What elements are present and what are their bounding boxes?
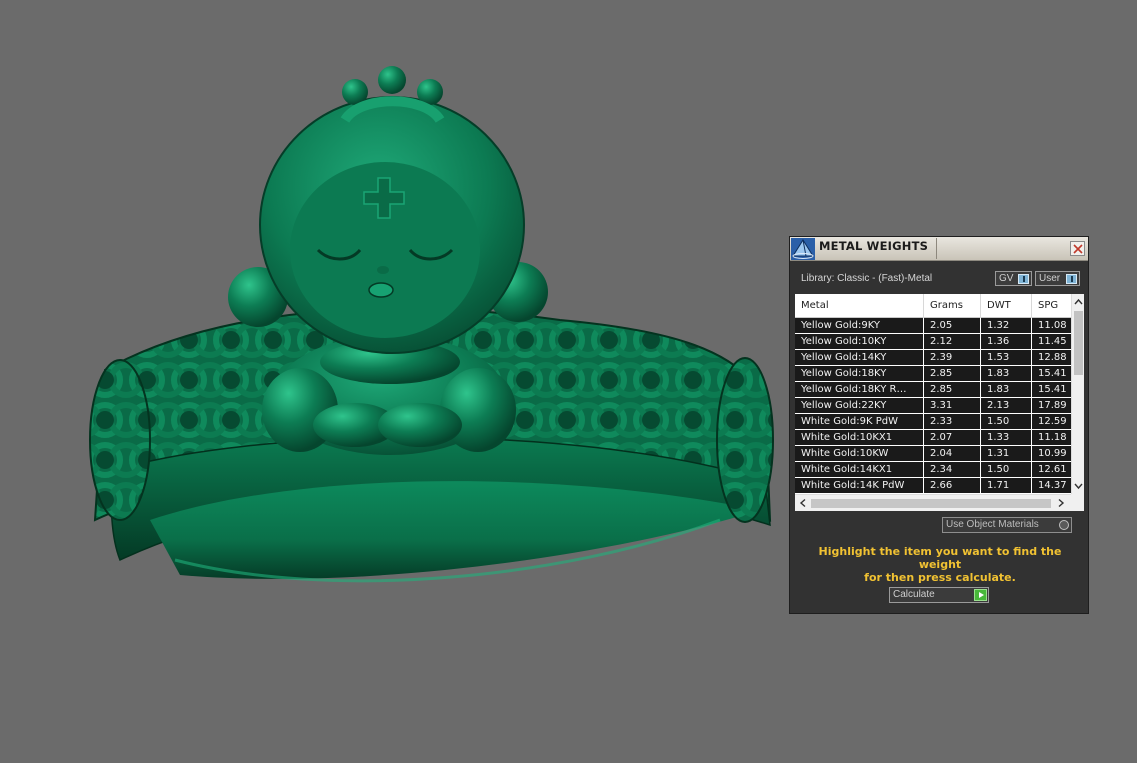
user-toggle[interactable]: User [1035,271,1080,286]
table-cell: White Gold:9K PdW [795,414,924,430]
table-cell: 1.31 [981,446,1032,462]
close-icon [1073,244,1083,254]
table-cell: 3.31 [924,398,981,414]
table-cell: 11.45 [1038,336,1067,347]
panel-title: METAL WEIGHTS [819,239,929,253]
table-cell: 2.39 [924,350,981,366]
table-row[interactable]: Yellow Gold:18KY R… 2.85 1.83 15.41 [795,382,1071,398]
table-body: Yellow Gold:9KY 2.05 1.32 11.08 Yellow Gold:… [795,318,1071,494]
table-cell: White Gold:14KX1 [795,462,924,478]
table-cell: 11.08 [1038,320,1067,331]
metal-weights-panel: METAL WEIGHTS Library: Classic - (Fast)-… [789,236,1089,614]
table-row[interactable]: White Gold:14KX1 2.34 1.50 12.61 [795,462,1071,478]
table-header: Metal Grams DWT SPG [795,294,1071,318]
table-cell: 2.33 [924,414,981,430]
gv-toggle-label: GV [999,273,1014,284]
table-cell: Yellow Gold:10KY [795,334,924,350]
table-cell: Yellow Gold:18KY R… [795,382,924,398]
calculate-button[interactable]: Calculate [889,587,989,603]
column-header-spg[interactable]: SPG [1032,294,1071,318]
table-cell: Yellow Gold:18KY [795,366,924,382]
table-cell: Yellow Gold:22KY [795,398,924,414]
chevron-left-icon[interactable] [797,497,809,509]
table-cell: 15.41 [1038,368,1067,379]
table-cell: 2.85 [924,366,981,382]
table-cell: 2.13 [981,398,1032,414]
table-cell: 2.85 [924,382,981,398]
table-cell: 12.59 [1038,416,1067,427]
horizontal-scroll-thumb[interactable] [811,499,1051,508]
table-row[interactable]: White Gold:9K PdW 2.33 1.50 12.59 [795,414,1071,430]
table-cell: 1.33 [981,430,1032,446]
scroll-corner [1071,494,1084,511]
table-cell: White Gold:10KX1 [795,430,924,446]
column-header-dwt[interactable]: DWT [981,294,1032,318]
table-cell: White Gold:14K PdW [795,478,924,494]
radio-button-icon[interactable] [1059,520,1069,530]
table-cell: 15.41 [1038,384,1067,395]
column-header-grams[interactable]: Grams [924,294,981,318]
table-cell: 1.50 [981,462,1032,478]
table-row[interactable]: Yellow Gold:14KY 2.39 1.53 12.88 [795,350,1071,366]
table-cell: 1.83 [981,366,1032,382]
use-object-materials-option[interactable]: Use Object Materials [942,517,1072,533]
library-label: Library: Classic - (Fast)-Metal [801,273,933,284]
table-row[interactable]: Yellow Gold:22KY 3.31 2.13 17.89 [795,398,1071,414]
table-row[interactable]: Yellow Gold:9KY 2.05 1.32 11.08 [795,318,1071,334]
table-cell: 17.89 [1038,400,1067,411]
metal-table: Metal Grams DWT SPG Yellow Gold:9KY 2.05 1… [795,294,1084,511]
instruction-line-2: for then press calculate. [864,571,1016,584]
chevron-down-icon[interactable] [1072,480,1085,492]
table-cell: Yellow Gold:9KY [795,318,924,334]
instruction-text: Highlight the item you want to find the … [800,545,1080,584]
horizontal-scrollbar[interactable] [795,494,1071,511]
table-cell: 12.61 [1038,464,1067,475]
play-arrow-icon[interactable] [974,589,987,601]
table-cell: 2.34 [924,462,981,478]
table-cell: 1.83 [981,382,1032,398]
pyramid-app-icon [791,238,815,260]
table-cell: 2.05 [924,318,981,334]
vertical-scroll-thumb[interactable] [1074,311,1083,375]
table-cell: 1.32 [981,318,1032,334]
table-cell: 12.88 [1038,352,1067,363]
table-row[interactable]: White Gold:14K PdW 2.66 1.71 14.37 [795,478,1071,494]
table-cell: 11.18 [1038,432,1067,443]
toggle-switch-icon [1066,274,1077,284]
user-toggle-label: User [1039,273,1061,284]
table-cell: 1.50 [981,414,1032,430]
table-cell: 1.53 [981,350,1032,366]
table-row[interactable]: White Gold:10KW 2.04 1.31 10.99 [795,446,1071,462]
column-header-metal[interactable]: Metal [795,294,924,318]
gv-toggle[interactable]: GV [995,271,1032,286]
table-cell: 2.04 [924,446,981,462]
titlebar-divider [936,238,937,259]
table-row[interactable]: Yellow Gold:10KY 2.12 1.36 11.45 [795,334,1071,350]
table-cell: 10.99 [1038,448,1067,459]
panel-titlebar[interactable]: METAL WEIGHTS [790,237,1088,261]
table-cell: 14.37 [1038,480,1067,491]
toggle-switch-icon [1018,274,1029,284]
table-cell: 1.71 [981,478,1032,494]
table-cell: 2.07 [924,430,981,446]
instruction-line-1: Highlight the item you want to find the … [818,545,1062,571]
table-cell: 2.66 [924,478,981,494]
table-row[interactable]: Yellow Gold:18KY 2.85 1.83 15.41 [795,366,1071,382]
table-cell: 2.12 [924,334,981,350]
chevron-up-icon[interactable] [1072,296,1085,308]
table-cell: White Gold:10KW [795,446,924,462]
chevron-right-icon[interactable] [1055,497,1067,509]
table-cell: Yellow Gold:14KY [795,350,924,366]
close-button[interactable] [1070,241,1085,256]
vertical-scrollbar[interactable] [1071,294,1084,494]
use-object-materials-label: Use Object Materials [946,519,1039,530]
calculate-label: Calculate [893,589,935,600]
table-cell: 1.36 [981,334,1032,350]
table-row[interactable]: White Gold:10KX1 2.07 1.33 11.18 [795,430,1071,446]
